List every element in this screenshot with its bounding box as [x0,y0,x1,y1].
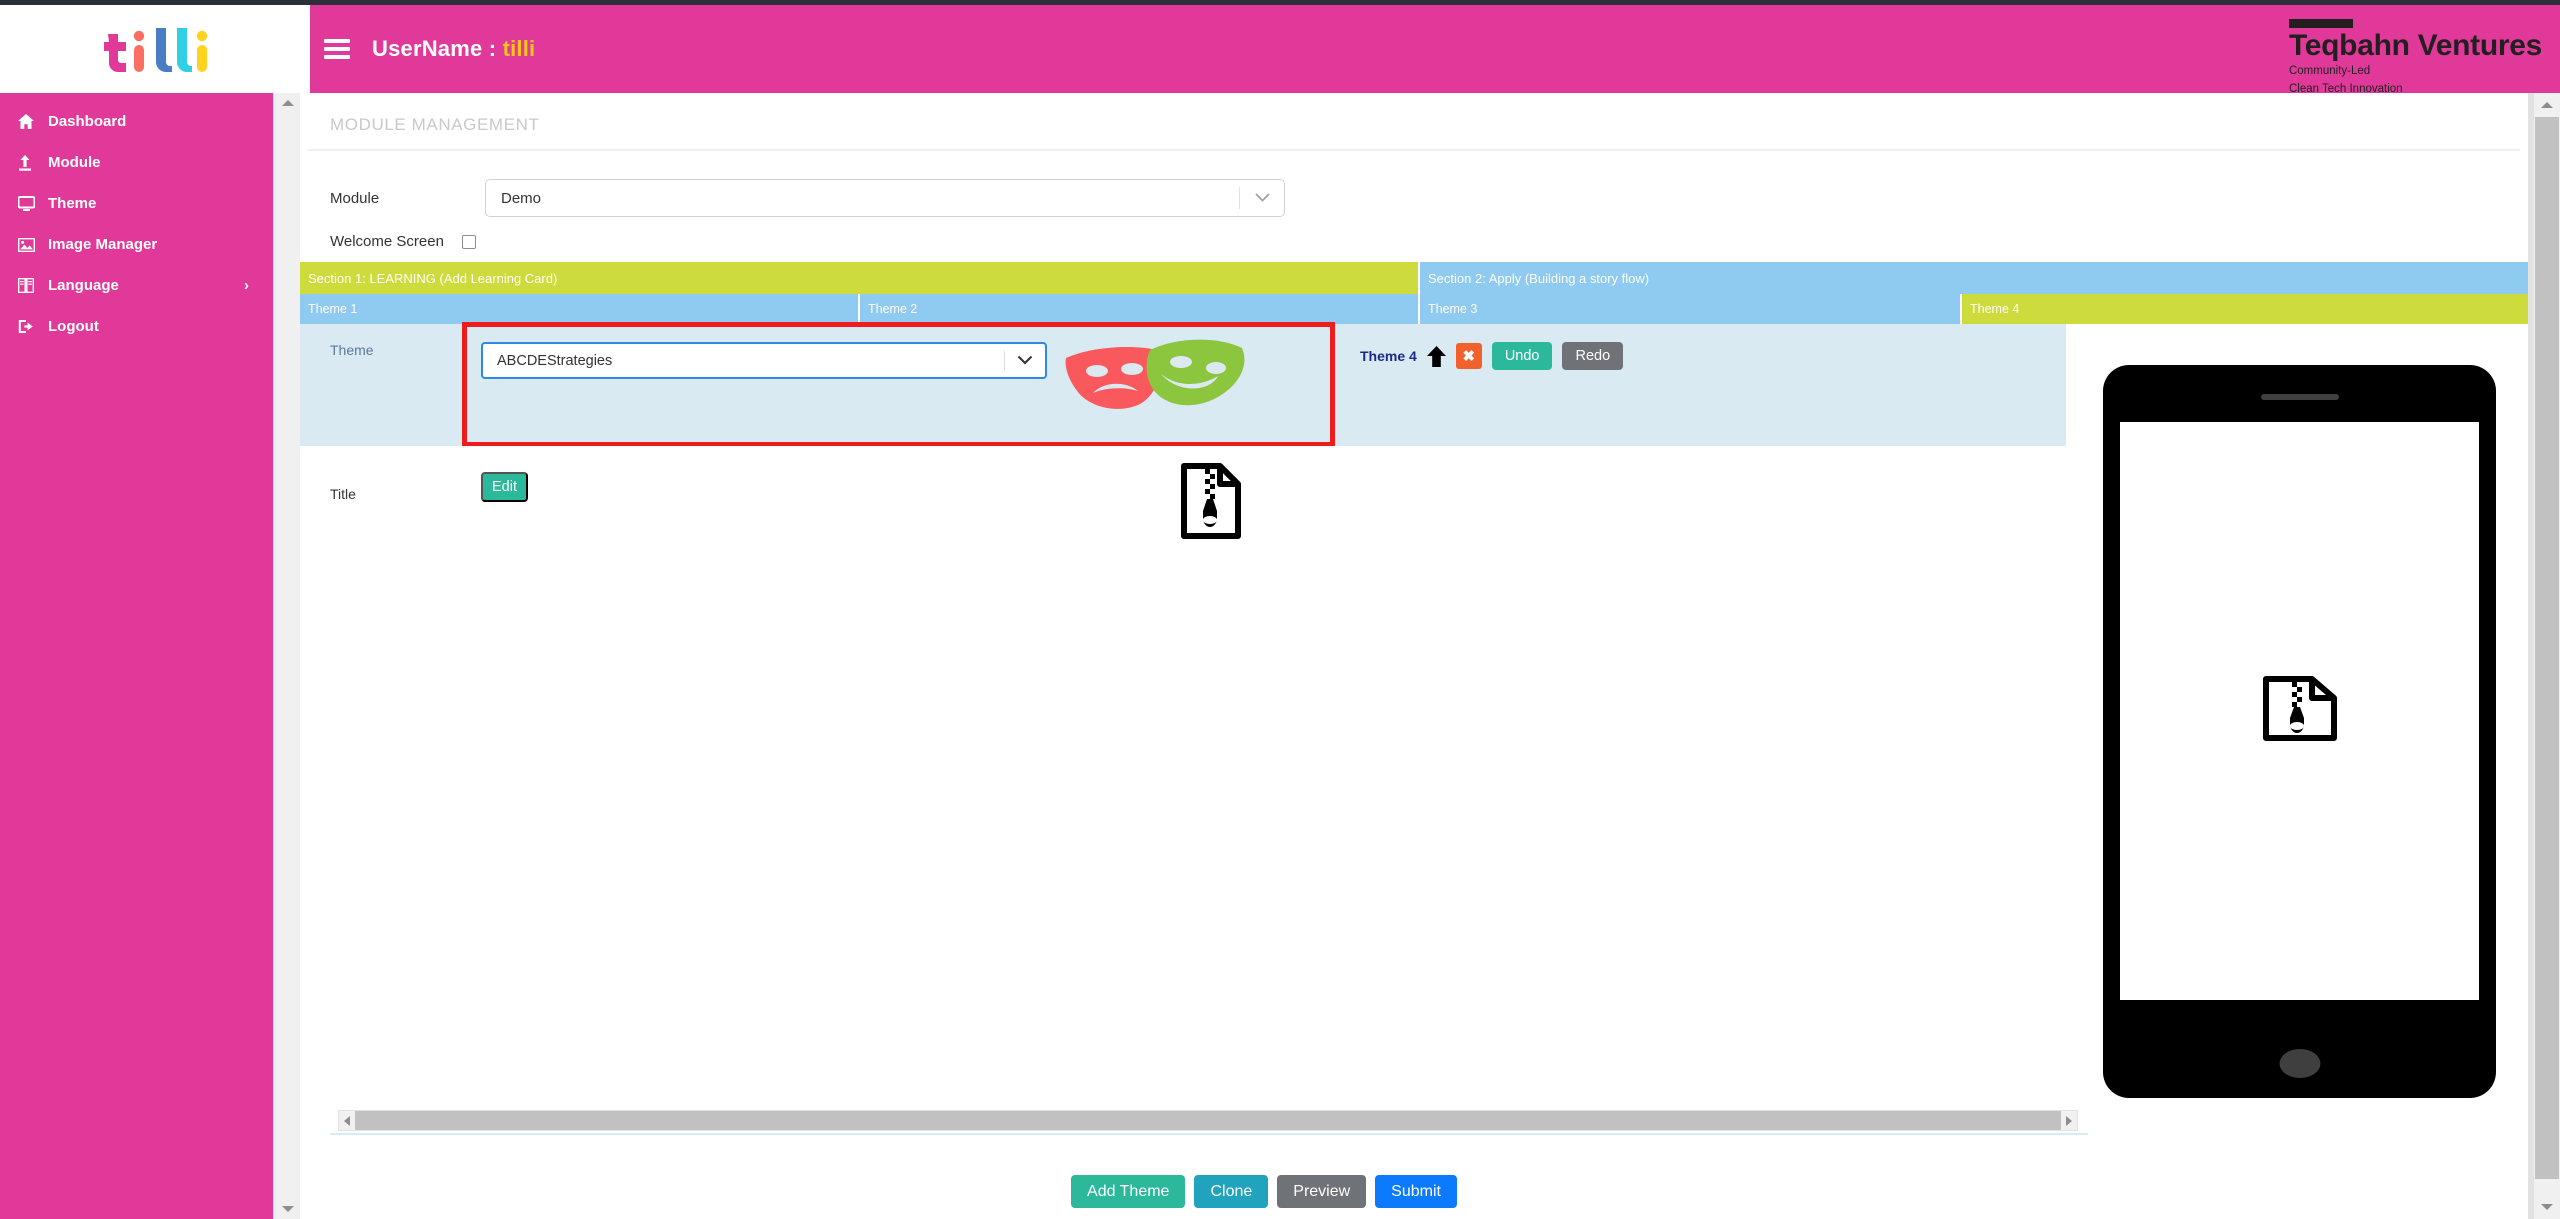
company-name: Teqbahn Ventures [2288,29,2542,62]
current-theme-label: Theme 4 [1360,348,1417,364]
tilli-logo-icon [102,26,208,72]
select-divider [1004,351,1005,370]
theme-select-value: ABCDEStrategies [497,352,613,369]
add-theme-button[interactable]: Add Theme [1071,1175,1186,1208]
theme-editor-label: Theme [330,342,374,358]
app-root: UserName : tilli Teqbahn Ventures Commun… [0,0,2560,1219]
theater-masks-icon [1060,334,1255,417]
sidebar-item-label: Image Manager [48,236,158,253]
username-display: UserName : tilli [372,36,535,62]
theme-editor-panel: Theme ABCDEStrategies Theme 4 ✖ Undo Red… [300,322,2066,447]
hamburger-icon[interactable] [324,39,350,59]
sidebar-item-module[interactable]: Module [0,142,273,183]
theme-tab-label: Theme 2 [868,302,918,316]
module-select-value: Demo [501,189,542,207]
title-label: Title [330,486,356,502]
chevron-right-icon: › [244,277,249,294]
zip-file-icon [2262,675,2338,747]
welcome-screen-label: Welcome Screen [330,233,444,250]
theme-tab-label: Theme 4 [1970,302,2020,316]
zip-file-icon [1180,463,1242,544]
theme-tab-1[interactable]: Theme 1 [300,294,860,324]
sidebar-scrollbar[interactable] [273,93,300,1219]
sidebar-item-label: Logout [48,318,99,335]
theme-tab-2[interactable]: Theme 2 [860,294,1420,324]
section-header-row: Section 1: LEARNING (Add Learning Card) … [300,262,2528,294]
sidebar-item-label: Module [48,154,101,171]
phone-screen [2120,422,2479,1000]
chevron-down-icon [1017,352,1033,370]
triangle-left-icon[interactable] [339,1111,355,1130]
arrow-up-icon[interactable] [1426,345,1446,367]
triangle-right-icon[interactable] [2061,1111,2077,1130]
section-header-learning[interactable]: Section 1: LEARNING (Add Learning Card) [300,262,1420,294]
section-label: Section 1: LEARNING (Add Learning Card) [308,270,558,286]
clone-button[interactable]: Clone [1194,1175,1269,1208]
upload-icon [18,154,44,171]
theme-controls: Theme 4 ✖ Undo Redo [1360,342,1624,370]
select-divider [1239,187,1240,209]
theme-tab-label: Theme 1 [308,302,358,316]
monitor-icon [18,196,44,211]
module-field-row: Module Demo [300,179,2528,217]
main-vertical-scrollbar[interactable] [2528,93,2560,1219]
module-select[interactable]: Demo [485,179,1285,217]
module-label: Module [330,189,380,207]
theme-tab-4[interactable]: Theme 4 [1962,294,2528,324]
sidebar-item-dashboard[interactable]: Dashboard [0,101,273,142]
sidebar-item-label: Theme [48,195,97,212]
title-divider [308,149,2520,151]
delete-theme-button[interactable]: ✖ [1455,343,1482,369]
sidebar-item-image-manager[interactable]: Image Manager [0,224,273,265]
sidebar-item-theme[interactable]: Theme [0,183,273,224]
sidebar-nav: Dashboard Module Theme Image Manager Lan… [0,93,273,1219]
chevron-down-icon [1255,189,1270,207]
redo-button[interactable]: Redo [1562,342,1624,370]
phone-home-button[interactable] [2279,1049,2320,1078]
top-header-bar: UserName : tilli Teqbahn Ventures Commun… [310,5,2560,96]
device-preview-frame [2103,365,2496,1098]
section-label: Section 2: Apply (Building a story flow) [1428,270,1650,286]
triangle-up-icon[interactable] [274,93,301,113]
page-title: MODULE MANAGEMENT [330,115,540,134]
logout-icon [18,319,44,334]
submit-button[interactable]: Submit [1375,1175,1457,1208]
username-value: tilli [502,36,536,61]
logo-accent-bar [2288,19,2353,28]
edit-title-button[interactable]: Edit [481,472,528,502]
teqbahn-ventures-logo: Teqbahn Ventures Community-Led Clean Tec… [2288,19,2542,96]
section-header-apply[interactable]: Section 2: Apply (Building a story flow) [1420,262,2528,294]
horizontal-scrollbar-thumb[interactable] [355,1111,2061,1130]
welcome-screen-checkbox[interactable] [461,234,476,249]
section-theme-matrix: Section 1: LEARNING (Add Learning Card) … [300,262,2528,324]
book-icon [18,278,44,293]
home-icon [18,114,44,129]
preview-button[interactable]: Preview [1277,1175,1367,1208]
footer-actions: Add Theme Clone Preview Submit [0,1175,2528,1208]
sidebar-item-label: Dashboard [48,113,127,130]
sidebar-item-language[interactable]: Language › [0,265,273,306]
welcome-screen-row: Welcome Screen [300,233,2528,250]
sidebar-item-label: Language [48,277,119,294]
theme-select[interactable]: ABCDEStrategies [481,342,1047,379]
undo-button[interactable]: Undo [1491,342,1553,370]
vertical-scrollbar-thumb[interactable] [2535,117,2559,1179]
title-row: Title Edit [300,446,2066,625]
theme-tab-3[interactable]: Theme 3 [1420,294,1962,324]
username-label: UserName : [372,36,497,61]
triangle-up-icon[interactable] [2535,95,2559,115]
company-tagline-1: Community-Led [2288,65,2371,77]
theme-header-row: Theme 1 Theme 2 Theme 3 Theme 4 [300,294,2528,324]
triangle-down-icon[interactable] [2535,1197,2559,1217]
panel-bottom-divider [330,1133,2088,1135]
theme-tab-label: Theme 3 [1428,302,1478,316]
phone-speaker [2260,394,2339,400]
image-icon [18,237,44,252]
brand-logo-panel [0,5,310,93]
sidebar-item-logout[interactable]: Logout [0,306,273,347]
horizontal-scrollbar[interactable] [338,1110,2078,1131]
